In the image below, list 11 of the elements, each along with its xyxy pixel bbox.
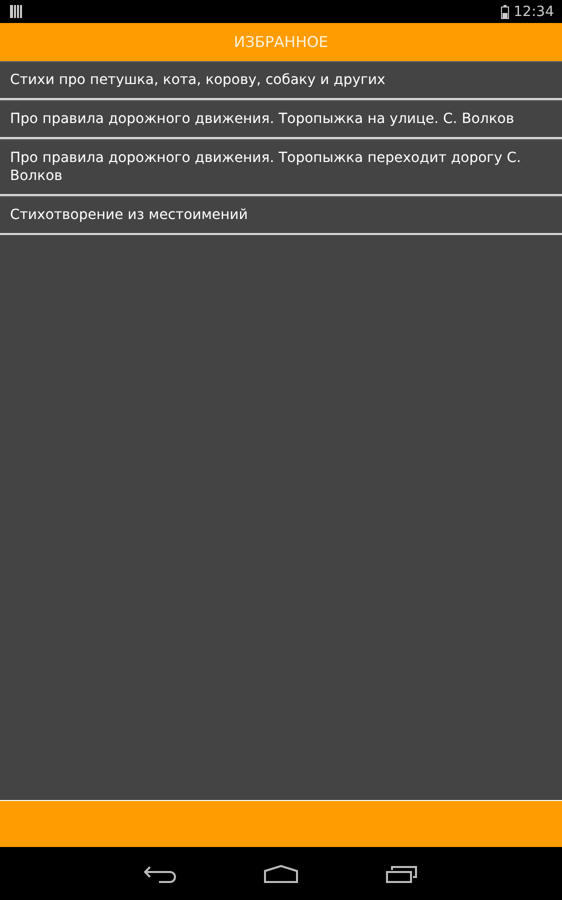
favorite-item[interactable]: Стихи про петушка, кота, корову, собаку и других (0, 61, 562, 100)
favorite-item[interactable]: Стихотворение из местоимений (0, 196, 562, 235)
notification-icon (10, 5, 22, 18)
clock-time: 12:34 (514, 4, 554, 20)
home-icon[interactable] (264, 864, 298, 882)
screen-title: ИЗБРАННОЕ (234, 33, 328, 51)
battery-icon (500, 4, 509, 18)
back-icon[interactable] (144, 864, 176, 882)
recent-apps-icon[interactable] (386, 864, 418, 882)
favorite-item[interactable]: Про правила дорожного движения. Торопыжка на улице. С. Волков (0, 100, 562, 139)
favorite-item[interactable]: Про правила дорожного движения. Торопыжка переходит дорогу С. Волков (0, 139, 562, 196)
